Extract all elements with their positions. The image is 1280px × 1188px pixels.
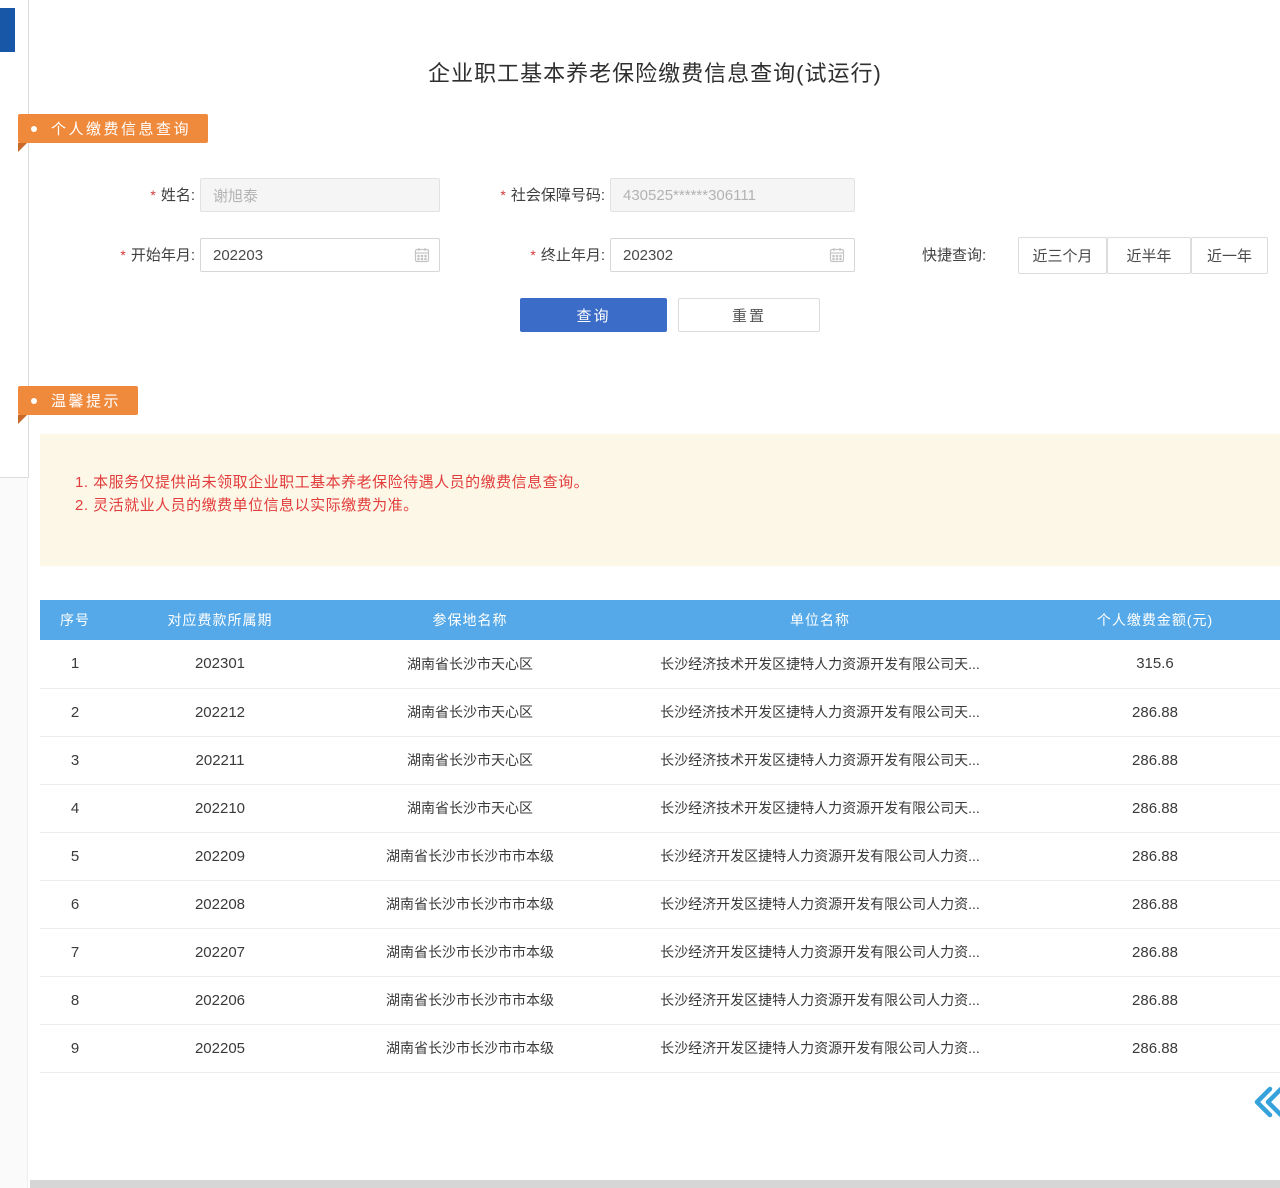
table-cell: 202208 [110,880,330,928]
table-body: 1202301湖南省长沙市天心区长沙经济技术开发区捷特人力资源开发有限公司天..… [40,640,1280,1072]
table-row: 4202210湖南省长沙市天心区长沙经济技术开发区捷特人力资源开发有限公司天..… [40,784,1280,832]
table-cell: 3 [40,736,110,784]
required-mark: * [530,247,535,263]
table-cell: 202210 [110,784,330,832]
payment-records-table: 序号 对应费款所属期 参保地名称 单位名称 个人缴费金额(元) 1202301湖… [40,600,1280,1073]
table-cell: 286.88 [1030,928,1280,976]
table-cell: 286.88 [1030,832,1280,880]
col-header-insured-place: 参保地名称 [330,600,610,640]
table-row: 9202205湖南省长沙市长沙市市本级长沙经济开发区捷特人力资源开发有限公司人力… [40,1024,1280,1072]
quick-query-last-6-months-button[interactable]: 近半年 [1107,237,1191,274]
table-cell: 286.88 [1030,976,1280,1024]
table-cell: 202205 [110,1024,330,1072]
table-row: 2202212湖南省长沙市天心区长沙经济技术开发区捷特人力资源开发有限公司天..… [40,688,1280,736]
table-cell: 湖南省长沙市长沙市市本级 [330,1024,610,1072]
table-cell: 286.88 [1030,1024,1280,1072]
table-cell: 湖南省长沙市长沙市市本级 [330,832,610,880]
required-mark: * [150,187,155,203]
table-cell: 2 [40,688,110,736]
table-cell: 9 [40,1024,110,1072]
ssn-label: *社会保障号码: [450,178,605,212]
start-month-field[interactable] [200,238,440,272]
calendar-icon[interactable] [829,247,845,263]
section-badge-personal-payment-query: 个人缴费信息查询 [18,114,208,143]
table-cell: 长沙经济技术开发区捷特人力资源开发有限公司天... [610,688,1030,736]
end-month-field[interactable] [610,238,855,272]
collapse-panel-button[interactable] [1248,1082,1280,1122]
table-cell: 202209 [110,832,330,880]
table-cell: 202207 [110,928,330,976]
bottom-scrollbar-strip[interactable] [30,1180,1280,1188]
col-header-payment-period: 对应费款所属期 [110,600,330,640]
table-cell: 7 [40,928,110,976]
double-left-chevron-icon [1248,1082,1280,1122]
page-title: 企业职工基本养老保险缴费信息查询(试运行) [30,56,1280,88]
table-cell: 8 [40,976,110,1024]
calendar-icon[interactable] [414,247,430,263]
table-row: 6202208湖南省长沙市长沙市市本级长沙经济开发区捷特人力资源开发有限公司人力… [40,880,1280,928]
badge-fold-decoration [18,415,27,424]
table-cell: 长沙经济开发区捷特人力资源开发有限公司人力资... [610,880,1030,928]
table-cell: 202301 [110,640,330,688]
table-row: 5202209湖南省长沙市长沙市市本级长沙经济开发区捷特人力资源开发有限公司人力… [40,832,1280,880]
table-row: 7202207湖南省长沙市长沙市市本级长沙经济开发区捷特人力资源开发有限公司人力… [40,928,1280,976]
table-header: 序号 对应费款所属期 参保地名称 单位名称 个人缴费金额(元) [40,600,1280,640]
table-cell: 286.88 [1030,736,1280,784]
notice-line-1: 1. 本服务仅提供尚未领取企业职工基本养老保险待遇人员的缴费信息查询。 [75,471,1260,494]
table-row: 1202301湖南省长沙市天心区长沙经济技术开发区捷特人力资源开发有限公司天..… [40,640,1280,688]
pension-query-page: 企业职工基本养老保险缴费信息查询(试运行) 个人缴费信息查询 *姓名: *社会保… [0,0,1280,1188]
table-cell: 湖南省长沙市天心区 [330,784,610,832]
notice-line-2: 2. 灵活就业人员的缴费单位信息以实际缴费为准。 [75,494,1260,517]
table-cell: 长沙经济技术开发区捷特人力资源开发有限公司天... [610,640,1030,688]
table-cell: 4 [40,784,110,832]
table-cell: 315.6 [1030,640,1280,688]
quick-query-last-3-months-button[interactable]: 近三个月 [1018,237,1107,274]
table-cell: 长沙经济开发区捷特人力资源开发有限公司人力资... [610,928,1030,976]
table-row: 3202211湖南省长沙市天心区长沙经济技术开发区捷特人力资源开发有限公司天..… [40,736,1280,784]
sidebar-tab-fragment[interactable] [0,8,15,52]
table-cell: 长沙经济开发区捷特人力资源开发有限公司人力资... [610,1024,1030,1072]
table-cell: 5 [40,832,110,880]
table-cell: 湖南省长沙市天心区 [330,736,610,784]
section-badge-tips: 温馨提示 [18,386,138,415]
table-cell: 湖南省长沙市天心区 [330,640,610,688]
section-badge-label: 个人缴费信息查询 [51,118,191,139]
section-badge-label: 温馨提示 [51,390,121,411]
table-cell: 长沙经济技术开发区捷特人力资源开发有限公司天... [610,736,1030,784]
col-header-personal-amount: 个人缴费金额(元) [1030,600,1280,640]
table-cell: 202212 [110,688,330,736]
table-cell: 286.88 [1030,784,1280,832]
bullet-dot-icon [31,126,37,132]
table-cell: 湖南省长沙市天心区 [330,688,610,736]
ssn-field[interactable] [610,178,855,212]
reset-button[interactable]: 重置 [678,298,820,332]
query-button[interactable]: 查询 [520,298,667,332]
table-cell: 湖南省长沙市长沙市市本级 [330,976,610,1024]
name-label: *姓名: [55,178,195,212]
table-cell: 202206 [110,976,330,1024]
required-mark: * [120,247,125,263]
table-cell: 1 [40,640,110,688]
table-cell: 长沙经济技术开发区捷特人力资源开发有限公司天... [610,784,1030,832]
table-cell: 286.88 [1030,688,1280,736]
badge-fold-decoration [18,143,27,152]
end-month-label: *终止年月: [450,238,605,272]
table-cell: 湖南省长沙市长沙市市本级 [330,928,610,976]
table-cell: 长沙经济开发区捷特人力资源开发有限公司人力资... [610,832,1030,880]
table-cell: 202211 [110,736,330,784]
required-mark: * [500,187,505,203]
start-month-label: *开始年月: [55,238,195,272]
table-cell: 湖南省长沙市长沙市市本级 [330,880,610,928]
notice-box: 1. 本服务仅提供尚未领取企业职工基本养老保险待遇人员的缴费信息查询。 2. 灵… [40,434,1280,566]
table-cell: 长沙经济开发区捷特人力资源开发有限公司人力资... [610,976,1030,1024]
col-header-employer-name: 单位名称 [610,600,1030,640]
bullet-dot-icon [31,398,37,404]
name-field[interactable] [200,178,440,212]
table-row: 8202206湖南省长沙市长沙市市本级长沙经济开发区捷特人力资源开发有限公司人力… [40,976,1280,1024]
quick-query-label: 快捷查询: [922,237,986,274]
col-header-index: 序号 [40,600,110,640]
table-cell: 286.88 [1030,880,1280,928]
table-cell: 6 [40,880,110,928]
quick-query-last-year-button[interactable]: 近一年 [1191,237,1268,274]
